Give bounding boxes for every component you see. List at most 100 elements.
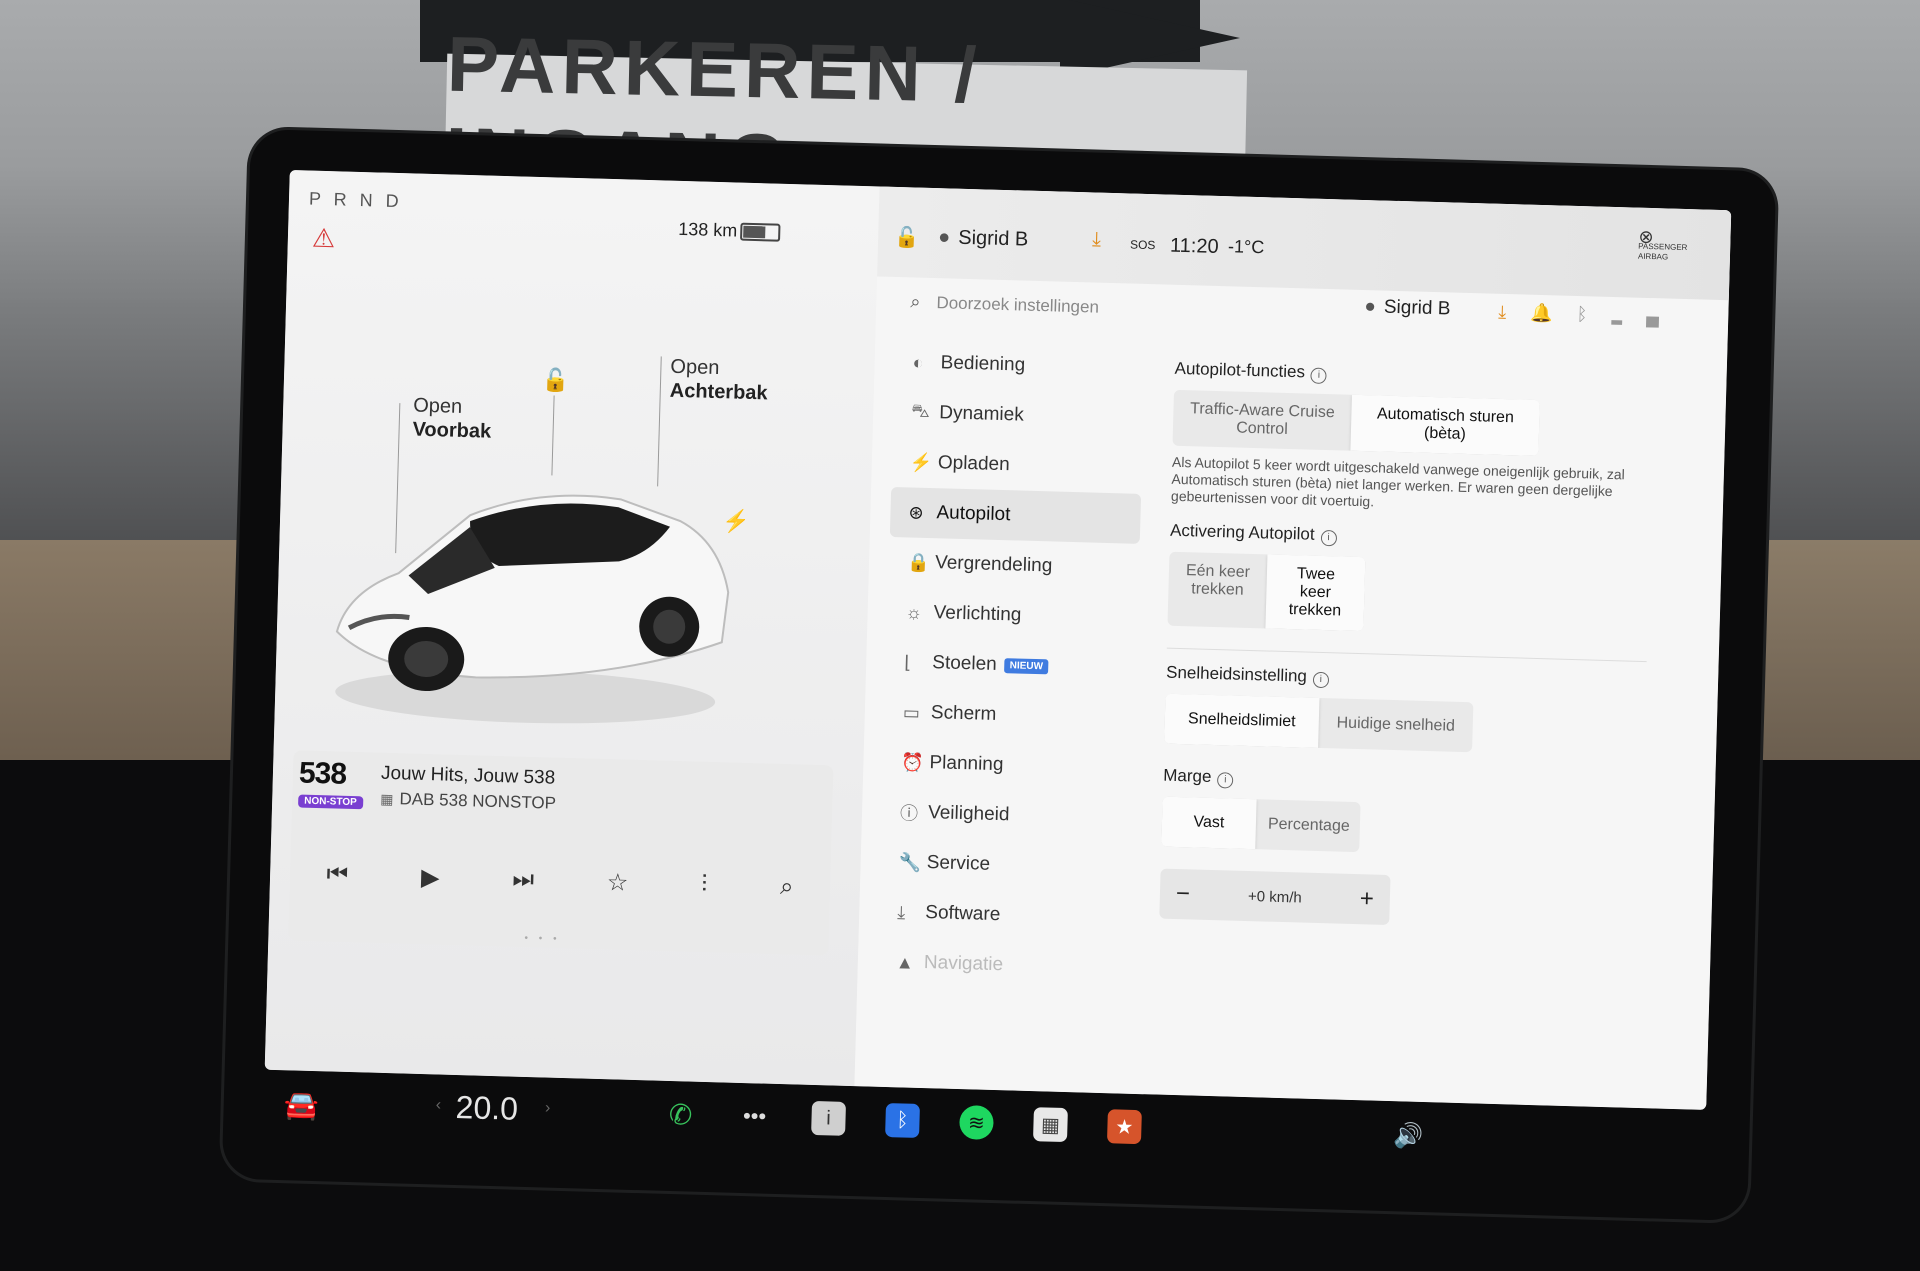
option-een-keer-trekken[interactable]: Eén keer trekken	[1167, 552, 1267, 629]
nav-label: Scherm	[930, 702, 997, 725]
trunk-label-line2: Achterbak	[669, 379, 768, 405]
option-traffic-aware-cruise-control[interactable]: Traffic-Aware Cruise Control	[1172, 390, 1351, 451]
option-vast[interactable]: Vast	[1161, 796, 1257, 850]
lock-status-icon[interactable]: 🔓	[894, 225, 920, 251]
more-icon[interactable]: •••	[737, 1099, 772, 1134]
lock-icon: 🔒	[906, 551, 930, 573]
nav-item-navigatie[interactable]: ▲ Navigatie	[877, 937, 1128, 994]
track-title: Jouw Hits, Jouw 538	[380, 762, 556, 789]
battery-icon	[740, 222, 781, 242]
nav-item-vergrendeling[interactable]: 🔒 Vergrendeling	[888, 537, 1139, 594]
nav-label: Autopilot	[936, 502, 1011, 526]
search-icon: ⌕	[910, 291, 921, 312]
spotify-icon[interactable]: ≋	[959, 1105, 994, 1141]
previous-icon[interactable]: ⏮	[326, 860, 348, 889]
info-icon[interactable]: i	[1217, 772, 1234, 789]
station-logo: 538 NON-STOP	[298, 756, 369, 810]
nav-label: Planning	[929, 752, 1004, 776]
toybox-icon[interactable]: ★	[1106, 1109, 1142, 1145]
dashboard-trim-right	[1740, 540, 1920, 770]
airbag-icon: ⊗	[1638, 226, 1654, 248]
option-snelheidslimiet[interactable]: Snelheidslimiet	[1164, 693, 1320, 748]
nav-label: Navigatie	[923, 952, 1004, 976]
nav-item-verlichting[interactable]: ☼ Verlichting	[887, 587, 1138, 644]
increase-button[interactable]: +	[1359, 885, 1375, 913]
info-icon[interactable]: i	[1312, 671, 1330, 689]
touchscreen-bezel: P R N D ⚠ 138 km Open Voorbak 🔓 Open Ach…	[221, 128, 1777, 1222]
option-percentage[interactable]: Percentage	[1255, 799, 1360, 852]
nav-item-service[interactable]: 🔧 Service	[880, 837, 1131, 894]
display-icon: ▭	[902, 701, 921, 723]
nav-item-opladen[interactable]: ⚡ Opladen	[891, 437, 1142, 494]
margin-value: +0 km/h	[1247, 887, 1303, 907]
search-icon[interactable]: ⌕	[780, 873, 794, 901]
page-dots: • • •	[524, 932, 561, 945]
cabin-temperature[interactable]: 20.0	[455, 1089, 518, 1128]
bell-icon[interactable]: 🔔	[1530, 303, 1577, 324]
activation-title: Activering Autopilot	[1169, 520, 1315, 544]
download-icon[interactable]: ⤓	[1092, 228, 1101, 251]
favorite-icon[interactable]: ☆	[606, 868, 628, 898]
passenger-airbag-indicator: ⊗ PASSENGER AIRBAG	[1638, 226, 1688, 263]
car-icon[interactable]: 🚘	[283, 1088, 319, 1122]
car-model-image	[335, 494, 730, 724]
new-badge: NIEUW	[1004, 657, 1049, 674]
media-player: 538 NON-STOP Jouw Hits, Jouw 538 ▦ DAB 53…	[288, 750, 834, 956]
nav-label: Opladen	[937, 452, 1011, 476]
nav-item-scherm[interactable]: ▭ Scherm	[884, 687, 1135, 744]
nav-item-dynamiek[interactable]: ⛍ Dynamiek	[893, 387, 1144, 444]
station-logo-number: 538	[298, 756, 347, 791]
phone-icon[interactable]: ✆	[663, 1097, 698, 1132]
driver-name: Sigrid B	[957, 226, 1029, 251]
download-icon[interactable]: ⤓	[1498, 302, 1531, 323]
chevron-right-icon[interactable]: ›	[545, 1099, 655, 1119]
margin-heading: Marge i	[1163, 766, 1693, 802]
volume-icon[interactable]: 🔊	[1393, 1121, 1424, 1151]
next-icon[interactable]: ⏭	[512, 865, 534, 894]
bluetooth-icon[interactable]: ᛒ	[1576, 304, 1611, 325]
section-divider	[1166, 647, 1647, 663]
equalizer-icon[interactable]: ⫶	[701, 871, 708, 899]
nav-label: Software	[925, 902, 1001, 926]
media-controls: ⏮ ▶ ⏭ ☆ ⫶ ⌕	[289, 848, 830, 913]
settings-search[interactable]: ⌕ Doorzoek instellingen	[910, 291, 1099, 317]
unlock-icon[interactable]: 🔓	[542, 367, 570, 394]
nav-item-stoelen[interactable]: ⌊ Stoelen NIEUW	[886, 637, 1137, 694]
info-icon[interactable]: i	[1320, 529, 1337, 547]
radio-icon: ▦	[380, 790, 394, 808]
manual-icon[interactable]: i	[811, 1100, 847, 1136]
settings-profile[interactable]: ● Sigrid B	[1364, 296, 1451, 320]
driver-profile[interactable]: ● Sigrid B	[938, 226, 1029, 252]
bluetooth-icon[interactable]: ᛒ	[885, 1103, 920, 1138]
settings-header-icons: ⤓🔔ᛒ▂▄	[1498, 302, 1683, 328]
play-icon[interactable]: ▶	[421, 862, 440, 892]
clock-icon: ⏰	[901, 751, 925, 773]
option-huidige-snelheid[interactable]: Huidige snelheid	[1318, 698, 1473, 752]
nav-item-bediening[interactable]: ◐ Bediening	[894, 337, 1145, 394]
frunk-label-line2: Voorbak	[412, 418, 492, 443]
nav-label: Bediening	[940, 352, 1026, 376]
nav-item-veiligheid[interactable]: ⓘ Veiligheid	[881, 787, 1132, 844]
open-trunk-button[interactable]: Open Achterbak	[669, 355, 768, 406]
option-automatisch-sturen[interactable]: Automatisch sturen (bèta)	[1350, 394, 1540, 456]
nav-item-autopilot[interactable]: ⊛ Autopilot	[889, 486, 1142, 544]
info-icon[interactable]: i	[1310, 367, 1328, 385]
dashboard-trim-left	[0, 540, 260, 760]
bolt-icon: ⚡	[909, 451, 933, 473]
speed-setting-heading: Snelheidsinstelling i	[1166, 663, 1696, 699]
nav-label: Veiligheid	[927, 802, 1010, 826]
decrease-button[interactable]: −	[1176, 880, 1191, 908]
open-frunk-button[interactable]: Open Voorbak	[412, 394, 492, 444]
autopilot-strike-description: Als Autopilot 5 keer wordt uitgeschakeld…	[1170, 453, 1626, 510]
settings-nav: ◐ Bediening ⛍ Dynamiek ⚡ Opladen ⊛ Autopilot…	[877, 337, 1145, 994]
option-twee-keer-trekken[interactable]: Twee keer trekken	[1265, 554, 1366, 632]
autopilot-functions-heading: Autopilot-functies i	[1174, 359, 1704, 395]
car-panel: P R N D ⚠ 138 km Open Voorbak 🔓 Open Ach…	[264, 170, 880, 1087]
margin-stepper: − +0 km/h +	[1159, 868, 1391, 925]
gear-indicator: P R N D	[308, 188, 403, 212]
nav-item-software[interactable]: ⤓ Software	[879, 887, 1130, 944]
navigation-icon: ▲	[895, 951, 915, 973]
nav-item-planning[interactable]: ⏰ Planning	[883, 737, 1134, 794]
calendar-icon[interactable]: ▦	[1032, 1107, 1068, 1143]
nav-label: Stoelen	[932, 652, 998, 675]
